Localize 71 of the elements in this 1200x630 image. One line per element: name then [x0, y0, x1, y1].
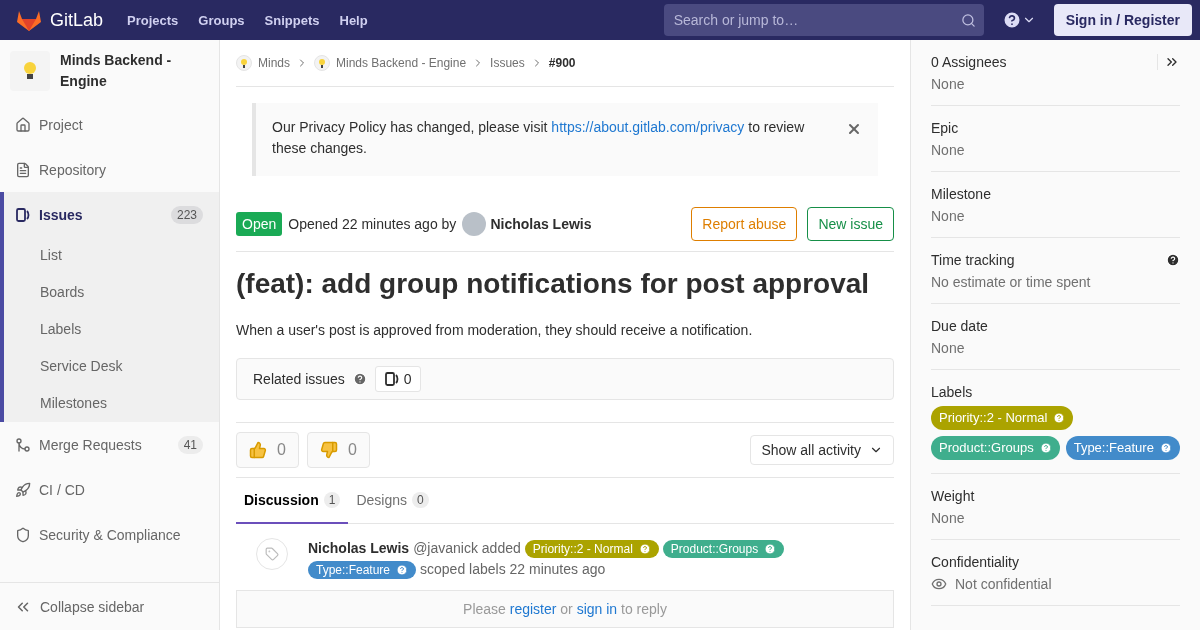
note-handle: @javanick added: [413, 539, 521, 558]
scoped-label: Type::Feature: [1065, 436, 1180, 460]
activity-filter-dropdown[interactable]: Show all activity: [750, 435, 894, 465]
note-time: scoped labels 22 minutes ago: [420, 560, 606, 579]
related-count-badge: 0: [374, 366, 421, 392]
tab[interactable]: Discussion 1: [236, 478, 349, 524]
breadcrumb-link[interactable]: #900: [548, 56, 576, 70]
sidebar-block-title: Due date: [931, 318, 988, 334]
issue-description: When a user's post is approved from moderation, they should receive a notification.: [236, 322, 754, 338]
opened-text: Opened 22 minutes ago by: [288, 216, 457, 232]
breadcrumb-link[interactable]: Minds Backend - Engine: [336, 56, 467, 70]
register-link[interactable]: register: [509, 601, 557, 617]
reply-prompt: Please register or sign in to reply: [236, 590, 894, 628]
action-button[interactable]: Report abuse: [691, 207, 798, 241]
scoped-label: Priority::2 - Normal: [524, 539, 659, 558]
sidebar-block-title: Confidentiality: [931, 554, 1019, 570]
sidebar-block-value: Not confidential: [931, 576, 1180, 592]
sidebar-subitem[interactable]: Service Desk: [4, 348, 219, 385]
nav-link[interactable]: Projects: [127, 12, 179, 28]
sidebar-block-title: 0 Assignees: [931, 54, 1007, 70]
sidebar-block-title: Epic: [931, 120, 959, 136]
count-badge: 41: [177, 435, 203, 454]
sidebar-subitem[interactable]: List: [4, 237, 219, 274]
note-author: Nicholas Lewis: [308, 539, 410, 558]
privacy-link[interactable]: https://about.gitlab.com/privacy: [551, 119, 745, 135]
search-input[interactable]: Search or jump to…: [671, 11, 961, 29]
sidebar-block-value: None: [931, 340, 966, 356]
search-field[interactable]: Search or jump to…: [663, 4, 984, 36]
sidebar-block-title: Labels: [931, 384, 973, 400]
count-badge: 0: [412, 492, 429, 508]
count-badge: 223: [170, 205, 203, 224]
sidebar-block-value: None: [931, 76, 966, 92]
brand-name: GitLab: [50, 9, 104, 31]
sidebar-item[interactable]: Issues 223: [4, 192, 219, 237]
sidebar-block-title: Milestone: [931, 186, 991, 202]
alert-message: Our Privacy Policy has changed, please visit https://about.gitlab.com/privacy to review these changes.: [272, 118, 806, 158]
sidebar-item[interactable]: CI / CD: [4, 467, 219, 512]
sidebar-block-value: None: [931, 142, 966, 158]
sidebar-block-title: Time tracking: [931, 252, 1015, 268]
related-issues-label: Related issues: [253, 371, 345, 387]
sidebar-item[interactable]: Repository: [4, 147, 219, 192]
scoped-label: Product::Groups: [662, 539, 785, 558]
sidebar-block-value: None: [931, 510, 966, 526]
tab[interactable]: Designs 0: [348, 478, 437, 524]
nav-link[interactable]: Snippets: [264, 12, 320, 28]
status-badge: Open: [236, 212, 283, 236]
sidebar-subitem[interactable]: Labels: [4, 311, 219, 348]
sidebar-item[interactable]: Merge Requests 41: [4, 422, 219, 467]
count-badge: 1: [323, 492, 341, 508]
project-name: Minds Backend - Engine: [60, 51, 173, 91]
sidebar-block-value: None: [931, 208, 966, 224]
nav-link[interactable]: Groups: [198, 12, 245, 28]
breadcrumb-link[interactable]: Issues: [490, 56, 525, 70]
sign-in-link[interactable]: sign in: [576, 601, 618, 617]
nav-link[interactable]: Help: [339, 12, 368, 28]
sidebar-block-value: No estimate or time spent: [931, 274, 1092, 290]
scoped-label: Product::Groups: [931, 436, 1060, 460]
sidebar-subitem[interactable]: Milestones: [4, 385, 219, 422]
scoped-label: Type::Feature: [308, 560, 417, 579]
sign-in-button[interactable]: Sign in / Register: [1053, 4, 1192, 36]
action-button[interactable]: New issue: [807, 207, 894, 241]
sidebar-subitem[interactable]: Boards: [4, 274, 219, 311]
scoped-label: Priority::2 - Normal: [931, 406, 1074, 430]
issue-title: (feat): add group notifications for post approval: [236, 268, 871, 300]
sidebar-item[interactable]: Project: [4, 102, 219, 147]
breadcrumb-link[interactable]: Minds: [258, 56, 290, 70]
reaction-button[interactable]: 0: [306, 432, 370, 468]
author-link[interactable]: Nicholas Lewis: [462, 212, 592, 236]
sidebar-block-title: Weight: [931, 488, 975, 504]
reaction-button[interactable]: 0: [236, 432, 299, 468]
sidebar-item[interactable]: Security & Compliance: [4, 512, 219, 557]
